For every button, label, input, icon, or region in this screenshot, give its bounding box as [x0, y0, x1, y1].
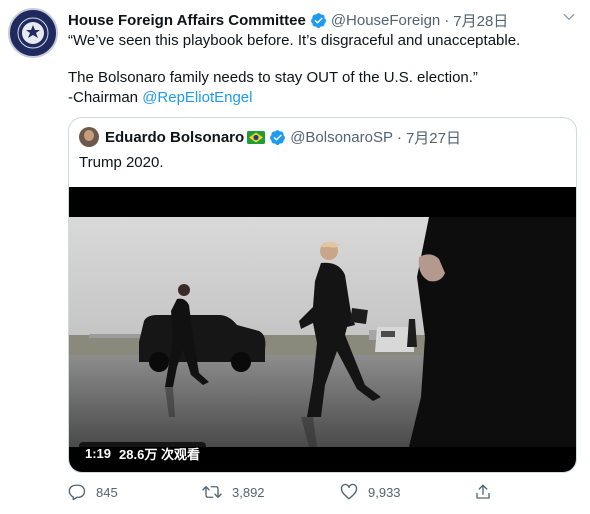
chevron-down-icon[interactable] — [562, 10, 576, 27]
tweet-date[interactable]: 7月28日 — [453, 10, 508, 31]
video-view-count: 28.6万 次观看 — [119, 446, 200, 462]
quoted-author-name[interactable]: Eduardo Bolsonaro — [105, 129, 244, 146]
retweet-button[interactable]: 3,892 — [202, 480, 265, 504]
brazil-flag-icon — [247, 130, 266, 144]
video-info-badge: 1:19 28.6万 次观看 — [79, 442, 206, 464]
tweet-text-line: “We’ve seen this playbook before. It’s d… — [68, 32, 521, 49]
author-name[interactable]: House Foreign Affairs Committee — [68, 12, 306, 29]
quoted-tweet-date[interactable]: 7月27日 — [406, 127, 461, 148]
tweet[interactable]: House Foreign Affairs Committee @HouseFo… — [0, 0, 590, 514]
share-icon — [476, 484, 490, 499]
video-player[interactable]: 1:19 28.6万 次观看 — [69, 187, 576, 472]
video-duration: 1:19 — [85, 445, 112, 461]
quoted-tweet-header: Eduardo Bolsonaro @BolsonaroSP · 7月27日 — [79, 126, 461, 148]
video-thumbnail — [69, 217, 576, 447]
chairman-prefix: -Chairman — [68, 89, 143, 106]
heart-icon — [340, 483, 358, 500]
retweet-icon — [202, 486, 222, 498]
mention-link[interactable]: @RepEliotEngel — [142, 89, 252, 106]
quoted-tweet-text: Trump 2020. — [79, 154, 164, 171]
like-count: 9,933 — [368, 484, 401, 500]
reply-icon — [68, 484, 86, 501]
quoted-tweet[interactable]: Eduardo Bolsonaro @BolsonaroSP · 7月27日 T… — [68, 117, 577, 473]
quoted-author-avatar[interactable] — [79, 127, 99, 147]
separator-dot: · — [444, 11, 450, 29]
retweet-count: 3,892 — [232, 484, 265, 500]
author-avatar[interactable] — [8, 8, 58, 58]
verified-badge-icon — [310, 12, 327, 29]
tweet-text-line: -Chairman @RepEliotEngel — [68, 88, 578, 108]
verified-badge-icon — [269, 129, 286, 146]
reply-button[interactable]: 845 — [68, 480, 118, 504]
quoted-author-handle[interactable]: @BolsonaroSP — [290, 129, 393, 146]
author-handle[interactable]: @HouseForeign — [331, 12, 440, 29]
share-button[interactable] — [474, 480, 502, 504]
like-button[interactable]: 9,933 — [340, 480, 401, 504]
tweet-header: House Foreign Affairs Committee @HouseFo… — [68, 10, 576, 30]
reply-count: 845 — [96, 484, 118, 500]
separator-dot: · — [396, 128, 402, 146]
committee-seal-icon — [13, 13, 53, 53]
tweet-text-line: The Bolsonaro family needs to stay OUT o… — [68, 69, 478, 86]
tweet-actions: 845 3,892 9,933 — [68, 480, 508, 504]
tweet-text: “We’ve seen this playbook before. It’s d… — [68, 31, 578, 108]
